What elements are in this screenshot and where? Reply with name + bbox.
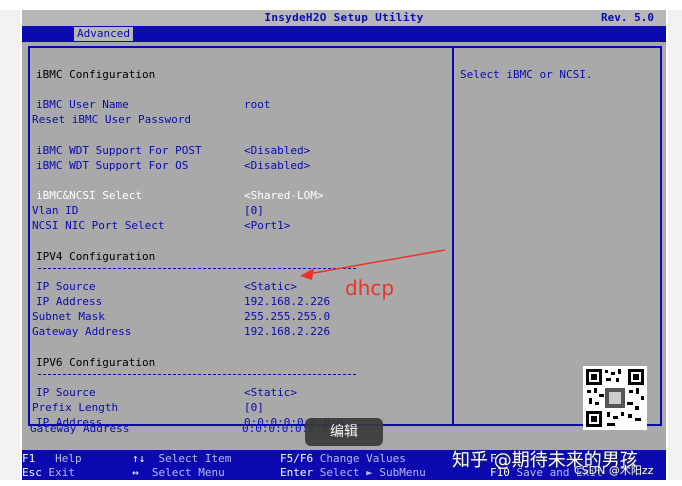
csdn-watermark: CSDN @木阳zz (574, 464, 654, 477)
ipv4-ip-address-value[interactable]: 192.168.2.226 (244, 295, 330, 309)
updown-key: ↑↓ (132, 452, 146, 465)
f1-key: F1 (22, 452, 36, 465)
page-margin-left (0, 10, 20, 480)
ipv6-section-title: IPV6 Configuration (36, 356, 156, 369)
ipv6-prefix-length-label[interactable]: Prefix Length (32, 401, 118, 415)
ncsi-port-label[interactable]: NCSI NIC Port Select (32, 219, 164, 233)
f1-desc: Help (55, 452, 82, 465)
ipv4-subnet-mask-label[interactable]: Subnet Mask (32, 310, 105, 324)
title-bar: InsydeH2O Setup Utility Rev. 5.0 (22, 10, 666, 26)
ipv4-ip-source-value[interactable]: <Static> (244, 280, 297, 294)
qr-code (583, 366, 647, 430)
f5f6-key: F5/F6 (280, 452, 314, 465)
ipv6-ip-source-value[interactable]: <Static> (244, 386, 297, 400)
dhcp-annotation: dhcp (345, 276, 395, 300)
wdt-os-value[interactable]: <Disabled> (244, 159, 310, 173)
enter-key: Enter (280, 466, 314, 479)
updown-desc: Select Item (158, 452, 232, 465)
help-text: Select iBMC or NCSI. (460, 68, 593, 81)
ipv4-ip-address-label[interactable]: IP Address (36, 295, 102, 309)
ipv4-separator (38, 268, 356, 269)
app-title: InsydeH2O Setup Utility (264, 11, 424, 24)
ipv6-ip-source-label[interactable]: IP Source (36, 386, 96, 400)
ipv4-gateway-label[interactable]: Gateway Address (32, 325, 131, 339)
section-title: iBMC Configuration (36, 68, 156, 81)
ibmc-user-name-label[interactable]: iBMC User Name (36, 98, 129, 112)
ipv4-subnet-mask-value[interactable]: 255.255.255.0 (244, 310, 330, 324)
ncsi-select-value[interactable]: <Shared-LOM> (244, 189, 323, 203)
settings-panel: iBMC Configuration iBMC User Name root R… (28, 46, 454, 429)
enter-desc: Select ► SubMenu (319, 466, 426, 479)
ipv4-gateway-value[interactable]: 192.168.2.226 (244, 325, 330, 339)
f5f6-desc: Change Values (319, 452, 406, 465)
reset-password-item[interactable]: Reset iBMC User Password (32, 113, 191, 127)
tab-advanced[interactable]: Advanced (74, 27, 133, 41)
tab-bar: Advanced (22, 26, 666, 42)
ipv4-section-title: IPV4 Configuration (36, 250, 156, 263)
vlan-id-label[interactable]: Vlan ID (32, 204, 78, 218)
ncsi-port-value[interactable]: <Port1> (244, 219, 290, 233)
ipv6-separator (38, 374, 356, 375)
revision-label: Rev. 5.0 (601, 11, 654, 24)
page-margin-right (668, 10, 682, 480)
bios-screen: InsydeH2O Setup Utility Rev. 5.0 Advance… (22, 10, 666, 480)
ipv6-prefix-length-value[interactable]: [0] (244, 401, 264, 415)
leftright-desc: Select Menu (151, 466, 225, 479)
esc-key: Esc (22, 466, 42, 479)
wdt-post-value[interactable]: <Disabled> (244, 144, 310, 158)
leftright-key: ↔ (132, 466, 139, 479)
wdt-os-label[interactable]: iBMC WDT Support For OS (36, 159, 188, 173)
qr-code-icon (583, 366, 647, 430)
ibmc-user-name-value[interactable]: root (244, 98, 271, 112)
esc-desc: Exit (48, 466, 76, 479)
ipv4-ip-source-label[interactable]: IP Source (36, 280, 96, 294)
ipv6-gateway-label[interactable]: Gateway Address (30, 422, 129, 436)
edit-button[interactable]: 编辑 (305, 418, 383, 446)
wdt-post-label[interactable]: iBMC WDT Support For POST (36, 144, 202, 158)
vlan-id-value[interactable]: [0] (244, 204, 264, 218)
ncsi-select-label[interactable]: iBMC&NCSI Select (36, 189, 142, 203)
